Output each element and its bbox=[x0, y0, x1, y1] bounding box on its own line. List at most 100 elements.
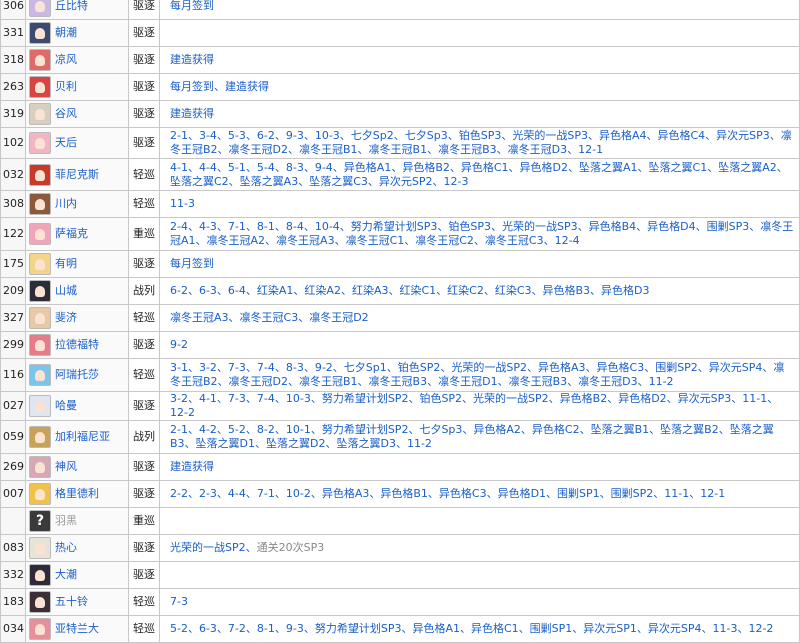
table-row: 209 山城 战列 6-2、6-3、6-4、红染A1、红染A2、红染A3、红染C1、红… bbox=[0, 277, 800, 305]
drop-source-link[interactable]: 2-1、3-4、5-3、6-2、9-3、10-3、七夕Sp2、七夕Sp3、铂色S… bbox=[170, 129, 792, 156]
ship-name-link[interactable]: 丘比特 bbox=[55, 0, 88, 13]
drop-source-link[interactable]: 每月签到、建造获得 bbox=[170, 80, 269, 93]
ship-avatar-icon[interactable] bbox=[29, 163, 51, 186]
drop-source-note: 通关20次SP3 bbox=[256, 541, 325, 554]
table-row: 083 热心 驱逐 光荣的一战SP2、通关20次SP3 bbox=[0, 534, 800, 562]
table-row: 331 朝潮 驱逐 bbox=[0, 19, 800, 47]
drop-source-link[interactable]: 每月签到 bbox=[170, 257, 214, 270]
drop-source-link[interactable]: 2-2、2-3、4-4、7-1、10-2、异色格A3、异色格B1、异色格C3、异… bbox=[170, 487, 725, 500]
table-row: 319 谷风 驱逐 建造获得 bbox=[0, 100, 800, 128]
ship-avatar-icon[interactable] bbox=[29, 456, 51, 478]
drop-source-link[interactable]: 3-1、3-2、7-3、7-4、8-3、9-2、七夕Sp1、铂色SP2、光荣的一… bbox=[170, 361, 784, 388]
drop-sources: 9-2 bbox=[159, 331, 800, 359]
ship-id: 269 bbox=[0, 453, 26, 481]
ship-id: 116 bbox=[0, 358, 26, 392]
ship-avatar-icon[interactable] bbox=[29, 537, 51, 559]
ship-name-link[interactable]: 加利福尼亚 bbox=[55, 430, 110, 444]
drop-source-link[interactable]: 7-3 bbox=[170, 595, 188, 608]
ship-avatar-icon[interactable] bbox=[29, 618, 51, 640]
ship-cell: 凉风 bbox=[25, 46, 129, 74]
ship-id: 332 bbox=[0, 561, 26, 589]
drop-source-link[interactable]: 建造获得 bbox=[170, 107, 214, 120]
ship-name-link[interactable]: 凉风 bbox=[55, 53, 77, 67]
ship-name-link[interactable]: 山城 bbox=[55, 284, 77, 298]
ship-name-link: 羽黑 bbox=[55, 514, 77, 527]
ship-cell: 菲尼克斯 bbox=[25, 158, 129, 191]
ship-avatar-icon[interactable] bbox=[29, 132, 51, 154]
ship-cell: 阿瑞托莎 bbox=[25, 358, 129, 392]
ship-avatar-icon[interactable] bbox=[29, 193, 51, 215]
ship-avatar-icon[interactable] bbox=[29, 22, 51, 44]
ship-id: 263 bbox=[0, 73, 26, 101]
drop-source-link[interactable]: 建造获得 bbox=[170, 460, 214, 473]
ship-avatar-icon[interactable] bbox=[29, 426, 51, 448]
drop-source-link[interactable]: 2-4、4-3、7-1、8-1、8-4、10-4、努力希望计划SP3、铂色SP3… bbox=[170, 220, 793, 247]
ship-name-link[interactable]: 格里德利 bbox=[55, 487, 99, 501]
drop-sources: 每月签到 bbox=[159, 0, 800, 20]
ship-avatar-icon[interactable] bbox=[29, 76, 51, 98]
ship-name-link[interactable]: 天后 bbox=[55, 136, 77, 150]
ship-name-link[interactable]: 贝利 bbox=[55, 80, 77, 94]
ship-avatar-icon[interactable] bbox=[29, 364, 51, 386]
ship-name-link[interactable]: 有明 bbox=[55, 257, 77, 271]
drop-source-link[interactable]: 2-1、4-2、5-2、8-2、10-1、努力希望计划SP2、七夕Sp3、异色格… bbox=[170, 423, 774, 450]
ship-cell: 山城 bbox=[25, 277, 129, 305]
drop-sources bbox=[159, 507, 800, 535]
ship-name-link[interactable]: 川内 bbox=[55, 197, 77, 211]
drop-source-link[interactable]: 9-2 bbox=[170, 338, 188, 351]
ship-name-link[interactable]: 神风 bbox=[55, 460, 77, 474]
ship-type: 驱逐 bbox=[128, 100, 160, 128]
ship-name-link[interactable]: 热心 bbox=[55, 541, 77, 555]
ship-id: 007 bbox=[0, 480, 26, 508]
ship-id: 306 bbox=[0, 0, 26, 20]
ship-name-link[interactable]: 大潮 bbox=[55, 568, 77, 582]
table-row: 332 大潮 驱逐 bbox=[0, 561, 800, 589]
ship-name-link[interactable]: 五十铃 bbox=[55, 595, 88, 609]
ship-avatar-icon[interactable] bbox=[29, 591, 51, 613]
ship-avatar-icon[interactable] bbox=[29, 280, 51, 302]
drop-source-link[interactable]: 每月签到 bbox=[170, 0, 214, 12]
ship-type: 驱逐 bbox=[128, 46, 160, 74]
drop-source-link[interactable]: 3-2、4-1、7-3、7-4、10-3、努力希望计划SP2、铂色SP2、光荣的… bbox=[170, 392, 778, 419]
ship-name-link[interactable]: 萨福克 bbox=[55, 227, 88, 241]
table-row: 007 格里德利 驱逐 2-2、2-3、4-4、7-1、10-2、异色格A3、异色格B… bbox=[0, 480, 800, 508]
drop-sources: 光荣的一战SP2、通关20次SP3 bbox=[159, 534, 800, 562]
ship-type: 轻巡 bbox=[128, 615, 160, 643]
ship-name-link[interactable]: 谷风 bbox=[55, 107, 77, 121]
ship-name-link[interactable]: 菲尼克斯 bbox=[55, 168, 99, 182]
drop-source-link[interactable]: 凛冬王冠A3、凛冬王冠C3、凛冬王冠D2 bbox=[170, 311, 369, 324]
ship-name-link[interactable]: 哈曼 bbox=[55, 399, 77, 413]
ship-avatar-icon[interactable] bbox=[29, 483, 51, 505]
ship-id: 319 bbox=[0, 100, 26, 128]
ship-name-link[interactable]: 亚特兰大 bbox=[55, 622, 99, 636]
drop-source-link[interactable]: 5-2、6-3、7-2、8-1、9-3、努力希望计划SP3、异色格A1、异色格C… bbox=[170, 622, 773, 635]
ship-type: 驱逐 bbox=[128, 561, 160, 589]
ship-name-link[interactable]: 拉德福特 bbox=[55, 338, 99, 352]
drop-sources: 3-2、4-1、7-3、7-4、10-3、努力希望计划SP2、铂色SP2、光荣的… bbox=[159, 391, 800, 421]
ship-name-link[interactable]: 斐济 bbox=[55, 311, 77, 325]
ship-type: 轻巡 bbox=[128, 358, 160, 392]
table-row: 122 萨福克 重巡 2-4、4-3、7-1、8-1、8-4、10-4、努力希望计划S… bbox=[0, 217, 800, 251]
ship-id: 327 bbox=[0, 304, 26, 332]
ship-id: 318 bbox=[0, 46, 26, 74]
drop-source-link[interactable]: 4-1、4-4、5-1、5-4、8-3、9-4、异色格A1、异色格B2、异色格C… bbox=[170, 161, 788, 188]
ship-cell: 加利福尼亚 bbox=[25, 420, 129, 454]
drop-source-link[interactable]: 光荣的一战SP2、 bbox=[170, 541, 257, 554]
ship-avatar-icon[interactable] bbox=[29, 223, 51, 245]
ship-avatar-icon[interactable] bbox=[29, 395, 51, 417]
ship-avatar-icon[interactable] bbox=[29, 0, 51, 17]
drop-source-link[interactable]: 11-3 bbox=[170, 197, 195, 210]
ship-avatar-icon[interactable] bbox=[29, 307, 51, 329]
ship-avatar-icon[interactable] bbox=[29, 564, 51, 586]
drop-source-link[interactable]: 6-2、6-3、6-4、红染A1、红染A2、红染A3、红染C1、红染C2、红染C… bbox=[170, 284, 650, 297]
ship-cell: 丘比特 bbox=[25, 0, 129, 20]
drop-source-link[interactable]: 建造获得 bbox=[170, 53, 214, 66]
ship-avatar-icon[interactable] bbox=[29, 253, 51, 275]
ship-avatar-icon[interactable] bbox=[29, 49, 51, 71]
ship-avatar-icon[interactable] bbox=[29, 334, 51, 356]
ship-avatar-icon[interactable] bbox=[29, 103, 51, 125]
ship-name-link[interactable]: 朝潮 bbox=[55, 26, 77, 40]
ship-name-link[interactable]: 阿瑞托莎 bbox=[55, 368, 99, 382]
ship-type: 重巡 bbox=[128, 217, 160, 251]
ship-type: 驱逐 bbox=[128, 534, 160, 562]
